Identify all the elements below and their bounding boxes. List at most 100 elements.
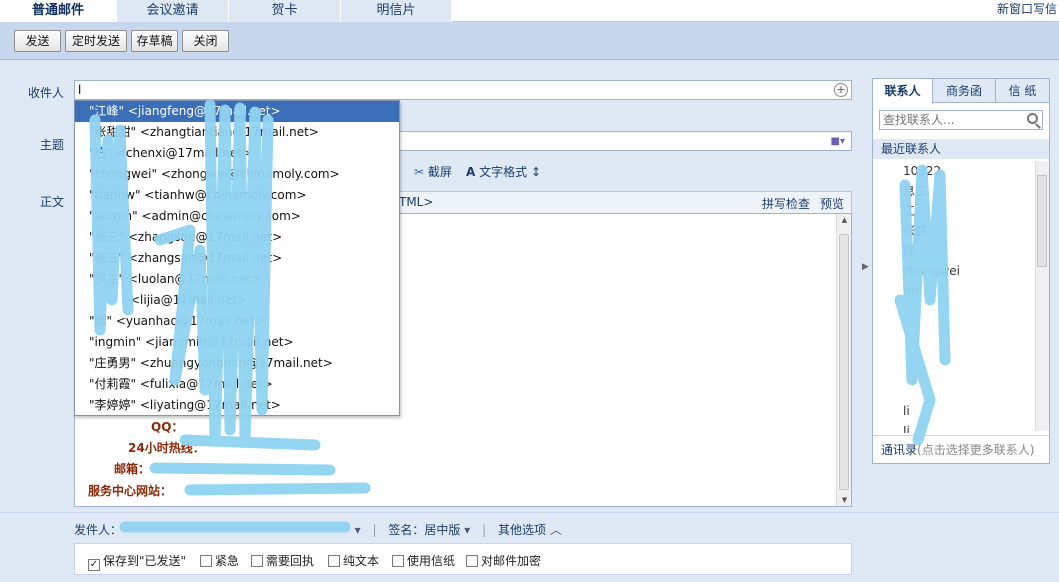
contact-item[interactable] [873, 381, 1033, 401]
recipient-input[interactable] [75, 81, 851, 99]
checkbox-checked-icon[interactable]: ✓ [88, 559, 100, 571]
contacts-scroll-thumb[interactable] [1037, 175, 1047, 267]
address-book-footer[interactable]: 通讯录(点击选择更多联系人) [873, 435, 1049, 463]
autocomplete-item[interactable]: "江峰" <jiangfeng@17mail.net> [75, 101, 399, 122]
address-book-hint: (点击选择更多联系人) [917, 443, 1035, 457]
add-recipient-icon[interactable]: + [834, 83, 848, 97]
save-draft-button[interactable]: 存草稿 [131, 30, 178, 52]
contact-search[interactable] [879, 110, 1043, 130]
action-toolbar: 发送 定时发送 存草稿 关闭 [0, 22, 1059, 60]
search-icon[interactable] [1027, 113, 1038, 124]
checkbox-icon[interactable] [466, 555, 478, 567]
sender-dropdown-icon[interactable]: ▾ [355, 523, 361, 537]
option-label: 使用信纸 [407, 554, 456, 568]
expand-panel-icon[interactable]: ▶ [862, 262, 869, 272]
checkbox-icon[interactable] [251, 555, 263, 567]
option-label: 紧急 [215, 554, 240, 568]
option-stationery[interactable]: 使用信纸 [392, 552, 455, 569]
other-options-link[interactable]: 其他选项 [498, 523, 546, 537]
tab-stationery[interactable]: 信 纸 [996, 79, 1049, 103]
tab-contacts[interactable]: 联系人 [873, 79, 933, 104]
editor-scrollbar[interactable]: ▲ ▼ [836, 214, 851, 506]
scroll-down-icon[interactable]: ▼ [837, 496, 852, 504]
option-urgent[interactable]: 紧急 [200, 552, 239, 569]
autocomplete-item[interactable]: "zhongwei" <zhongwei@chinamoly.com> [75, 164, 399, 185]
scroll-up-icon[interactable]: ▲ [837, 216, 852, 224]
contact-item[interactable] [873, 321, 1033, 341]
autocomplete-item[interactable]: "庄勇男" <zhuangyongnan@17mail.net> [75, 353, 399, 374]
text-format-icon: A [466, 165, 476, 179]
option-encrypt[interactable]: 对邮件加密 [466, 552, 541, 569]
contact-item[interactable] [873, 301, 1033, 321]
autocomplete-item[interactable]: "张三" <zhangsan@17mail.net> [75, 227, 399, 248]
text-format-label: 文字格式 [479, 165, 528, 179]
contact-item[interactable]: zhongwei [873, 261, 1033, 281]
send-button[interactable]: 发送 [14, 30, 61, 52]
option-plain-text[interactable]: 纯文本 [328, 552, 379, 569]
screenshot-tool[interactable]: ✂ 截屏 [414, 163, 452, 180]
option-read-receipt[interactable]: 需要回执 [251, 552, 314, 569]
contact-item[interactable]: 陈 [873, 241, 1033, 261]
autocomplete-item[interactable]: "张甜甜" <zhangtiantian@17mail.net> [75, 122, 399, 143]
autocomplete-item[interactable]: "付莉霞" <fulixia@17mail.net> [75, 374, 399, 395]
contact-item[interactable]: 息工 [873, 181, 1033, 201]
tab-meeting-invite[interactable]: 会议邀请 [117, 0, 229, 22]
recipient-autocomplete: "江峰" <jiangfeng@17mail.net> "张甜甜" <zhangt… [74, 100, 400, 416]
tab-postcard[interactable]: 明信片 [341, 0, 452, 22]
color-grid-icon[interactable]: ■▾ [831, 136, 845, 147]
autocomplete-item[interactable]: "罗兰" <luolan@17mail.net> [75, 269, 399, 290]
close-button[interactable]: 关闭 [182, 30, 229, 52]
spell-check-link[interactable]: 拼写检查 [762, 195, 810, 212]
contact-item[interactable]: nh [873, 281, 1033, 301]
autocomplete-item[interactable]: <lijia@17mail.net> [75, 290, 399, 311]
html-mode-link[interactable]: TML> [399, 195, 433, 209]
contact-search-input[interactable] [880, 111, 1020, 129]
address-book-link[interactable]: 通讯录 [881, 443, 917, 457]
autocomplete-item[interactable]: "源" <yuanhao@17mail.net> [75, 311, 399, 332]
signature-dropdown-icon[interactable]: ▾ [464, 523, 470, 537]
side-tabs: 联系人 商务函 信 纸 [873, 79, 1049, 104]
contact-item[interactable]: Ii [873, 421, 1033, 433]
option-label: 需要回执 [266, 554, 315, 568]
sender-label: 发件人： [74, 523, 123, 537]
signature-website: 服务中心网站： [88, 484, 173, 498]
contact-item[interactable] [873, 341, 1033, 361]
chevron-up-icon[interactable]: ︿ [550, 523, 562, 537]
option-save-to-sent[interactable]: ✓ 保存到"已发送" [88, 552, 186, 571]
autocomplete-item[interactable]: "李婷婷" <liyating@17mail.net> [75, 395, 399, 416]
tab-business-letter[interactable]: 商务函 [933, 79, 996, 103]
option-label: 保存到"已发送" [103, 554, 187, 568]
signature-qq: QQ： [151, 420, 184, 434]
tab-greeting-card[interactable]: 贺卡 [229, 0, 341, 22]
signature-hotline: 24小时热线： [128, 441, 205, 455]
signature-select[interactable]: 签名：居中版 [388, 523, 460, 537]
option-label: 对邮件加密 [481, 554, 542, 568]
contact-item[interactable] [873, 361, 1033, 381]
scrollbar-thumb[interactable] [839, 234, 849, 490]
send-options-bar: 发件人： ▾ | 签名：居中版 ▾ | 其他选项 ︿ ✓ 保存到"已发送" 紧急 … [0, 512, 1059, 582]
body-label: 正文 [40, 195, 65, 209]
scheduled-send-button[interactable]: 定时发送 [65, 30, 127, 52]
tab-normal-mail[interactable]: 普通邮件 [0, 0, 117, 22]
autocomplete-item[interactable]: "admin" <admin@chinamoly.com> [75, 206, 399, 227]
autocomplete-item[interactable]: "陈" <chenxi@17mail.net> [75, 143, 399, 164]
autocomplete-item[interactable]: "tianhw" <tianhw@chinamoly.com> [75, 185, 399, 206]
preview-link[interactable]: 预览 [820, 195, 844, 212]
contacts-scrollbar[interactable] [1035, 161, 1049, 431]
autocomplete-item[interactable]: "张三" <zhangsan@17mail.net> [75, 248, 399, 269]
recipient-label: 收件人 [28, 86, 65, 100]
contact-item[interactable]: 张甜 [873, 221, 1033, 241]
checkbox-icon[interactable] [328, 555, 340, 567]
contact-item[interactable]: 10322 [873, 161, 1033, 181]
contact-item[interactable]: 江 [873, 201, 1033, 221]
checkbox-icon[interactable] [200, 555, 212, 567]
send-options: ✓ 保存到"已发送" 紧急 需要回执 纯文本 使用信纸 对邮件加密 [74, 543, 852, 575]
text-format-tool[interactable]: A 文字格式 ↕ [466, 163, 541, 180]
recipient-field[interactable]: + [74, 80, 852, 100]
autocomplete-item[interactable]: "ingmin" <jiangmin@17mail.net> [75, 332, 399, 353]
contact-item[interactable]: li [873, 401, 1033, 421]
new-window-link[interactable]: 新窗口写信 [997, 0, 1057, 17]
recent-contacts-header: 最近联系人 [873, 139, 1049, 159]
checkbox-icon[interactable] [392, 555, 404, 567]
contacts-panel: 联系人 商务函 信 纸 最近联系人 10322息工江张甜陈zhongweinh l… [872, 78, 1050, 464]
